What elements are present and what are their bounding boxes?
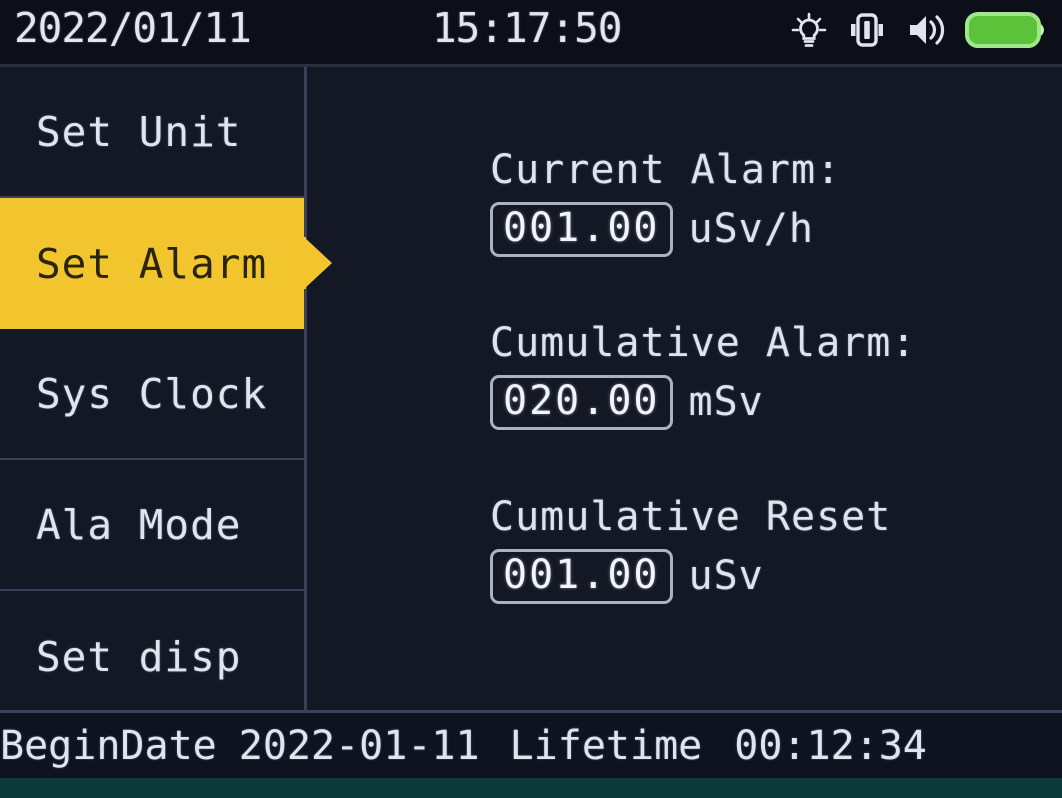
field-label: Current Alarm:: [490, 147, 842, 193]
sidebar-item-ala-mode[interactable]: Ala Mode: [0, 460, 304, 591]
bottom-edge-strip: [0, 778, 1062, 798]
field-label: Cumulative Alarm:: [490, 320, 917, 366]
lifetime-label: Lifetime: [509, 722, 703, 769]
field-label: Cumulative Reset: [490, 494, 892, 540]
status-time: 15:17:50: [432, 4, 622, 52]
status-date: 2022/01/11: [14, 4, 252, 52]
sidebar-item-label: Ala Mode: [36, 500, 242, 549]
backlight-icon: [789, 10, 829, 54]
status-icon-tray: [789, 7, 1050, 57]
battery-icon: [964, 8, 1050, 56]
sidebar-item-set-alarm[interactable]: Set Alarm: [0, 198, 304, 329]
sidebar-item-set-disp[interactable]: Set disp: [0, 591, 304, 722]
sidebar-item-label: Set disp: [36, 632, 242, 681]
cumulative-reset-value[interactable]: 001.00: [490, 549, 673, 604]
field-cumulative-reset: Cumulative Reset 001.00 uSv: [490, 494, 891, 604]
sidebar-menu: Set Unit Set Alarm Sys Clock Ala Mode Se…: [0, 67, 332, 710]
cumulative-alarm-value[interactable]: 020.00: [490, 375, 673, 430]
device-screen: 2022/01/11 15:17:50 Set Unit Set Alarm S…: [0, 0, 1062, 798]
field-current-alarm: Current Alarm: 001.00 uSv/h: [490, 147, 841, 257]
current-alarm-value[interactable]: 001.00: [490, 202, 673, 257]
field-cumulative-alarm: Cumulative Alarm: 020.00 mSv: [490, 320, 916, 430]
sidebar-item-label: Set Alarm: [36, 239, 268, 288]
sidebar-item-label: Sys Clock: [36, 369, 268, 418]
cumulative-alarm-unit: mSv: [688, 379, 764, 426]
current-alarm-unit: uSv/h: [688, 206, 814, 253]
selection-pointer-icon: [304, 237, 332, 289]
sidebar-item-label: Set Unit: [36, 107, 242, 156]
lifetime-value: 00:12:34: [734, 722, 927, 769]
content-area: Set Unit Set Alarm Sys Clock Ala Mode Se…: [0, 67, 1062, 710]
settings-panel: Current Alarm: 001.00 uSv/h Cumulative A…: [310, 67, 1062, 710]
begin-date-value: 2022-01-11: [238, 722, 480, 769]
sidebar-item-sys-clock[interactable]: Sys Clock: [0, 329, 304, 460]
cumulative-reset-unit: uSv: [688, 553, 764, 600]
footer-bar: BeginDate 2022-01-11 Lifetime 00:12:34: [0, 710, 1062, 778]
status-bar: 2022/01/11 15:17:50: [0, 0, 1062, 67]
vibration-icon: [846, 10, 888, 54]
begin-date-label: BeginDate: [0, 722, 217, 769]
sound-icon: [905, 10, 947, 54]
sidebar-item-set-unit[interactable]: Set Unit: [0, 67, 304, 198]
